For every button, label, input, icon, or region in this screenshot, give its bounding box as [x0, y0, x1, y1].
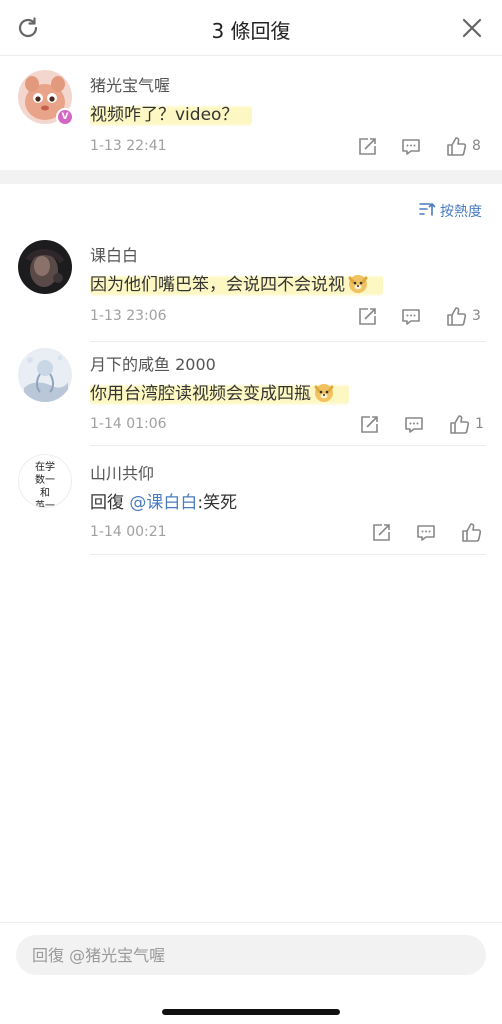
- comment-icon[interactable]: [415, 522, 437, 544]
- mention-link[interactable]: @课白白: [129, 493, 197, 513]
- reply-item: 课白白 因为他们嘴巴笨，会说四不会说视 1-13 23:06 3: [0, 232, 502, 342]
- comment-text: 因为他们嘴巴笨，会说四不会说视: [90, 270, 383, 299]
- comment-time: 1-13 23:06: [90, 308, 167, 324]
- like-count: 8: [472, 138, 481, 154]
- like-count: 3: [472, 308, 481, 324]
- main-comment: V 猪光宝气喔 视频咋了？video？ 1-13 22:41 8: [0, 56, 502, 170]
- username[interactable]: 月下的咸鱼 2000: [90, 351, 216, 375]
- username[interactable]: 猪光宝气喔: [90, 72, 170, 96]
- verified-badge-icon: V: [56, 108, 74, 126]
- sort-by-hot-button[interactable]: 按熱度: [418, 200, 482, 222]
- comment-time: 1-13 22:41: [90, 138, 167, 154]
- reply-input[interactable]: [16, 935, 486, 975]
- divider: [90, 554, 486, 555]
- share-icon[interactable]: [356, 306, 378, 328]
- page-title: 3 條回復: [211, 19, 291, 43]
- doge-emoji-icon: [313, 381, 335, 408]
- sort-label: 按熱度: [440, 204, 482, 220]
- avatar[interactable]: [18, 240, 72, 294]
- avatar-text-line: 在学: [35, 462, 55, 473]
- avatar[interactable]: 在学 数一 和 英一: [18, 454, 72, 508]
- comment-text: 视频咋了？video？: [90, 100, 253, 127]
- comment-text-body: :笑死: [197, 493, 238, 513]
- like-icon[interactable]: [448, 413, 470, 435]
- share-icon[interactable]: [370, 522, 392, 544]
- username[interactable]: 山川共仰: [90, 460, 154, 484]
- comment-time: 1-14 00:21: [90, 524, 167, 540]
- comment-icon[interactable]: [400, 136, 422, 158]
- comment-text-body: 你用台湾腔读视频会变成四瓶: [90, 384, 311, 404]
- close-icon[interactable]: [458, 14, 486, 42]
- doge-emoji-icon: [347, 272, 369, 299]
- avatar[interactable]: [18, 348, 72, 402]
- comment-text-content: 你用台湾腔读视频会变成四瓶: [90, 382, 349, 406]
- avatar-text-line: 英一: [35, 501, 55, 508]
- share-icon[interactable]: [356, 136, 378, 158]
- reply-item: 在学 数一 和 英一 山川共仰 回復 @课白白:笑死 1-14 00:21: [0, 446, 502, 556]
- like-icon[interactable]: [445, 305, 467, 327]
- comment-icon[interactable]: [400, 306, 422, 328]
- comment-text-content: 因为他们嘴巴笨，会说四不会说视: [90, 273, 383, 297]
- username[interactable]: 课白白: [90, 242, 138, 266]
- like-icon[interactable]: [460, 521, 482, 543]
- comment-text: 回復 @课白白:笑死: [90, 488, 237, 513]
- like-icon[interactable]: [445, 135, 467, 157]
- reply-bar: [0, 922, 502, 1024]
- home-indicator[interactable]: [162, 1009, 340, 1015]
- share-icon[interactable]: [358, 414, 380, 436]
- comment-icon[interactable]: [403, 414, 425, 436]
- reply-prefix: 回復: [90, 493, 124, 513]
- like-count: 1: [475, 416, 484, 432]
- avatar-text-line: 和: [40, 488, 50, 499]
- comment-time: 1-14 01:06: [90, 416, 167, 432]
- header: 3 條回復: [0, 0, 502, 56]
- avatar-text-line: 数一: [35, 475, 55, 486]
- sort-icon: [418, 200, 436, 222]
- comment-text-body: 因为他们嘴巴笨，会说四不会说视: [90, 275, 345, 295]
- section-divider: [0, 170, 502, 184]
- avatar-text: 在学 数一 和 英一: [19, 461, 71, 508]
- reply-item: 月下的咸鱼 2000 你用台湾腔读视频会变成四瓶 1-14 01:06 1: [0, 342, 502, 446]
- comment-text: 你用台湾腔读视频会变成四瓶: [90, 379, 349, 408]
- comment-text-content: 视频咋了？video？: [90, 103, 253, 127]
